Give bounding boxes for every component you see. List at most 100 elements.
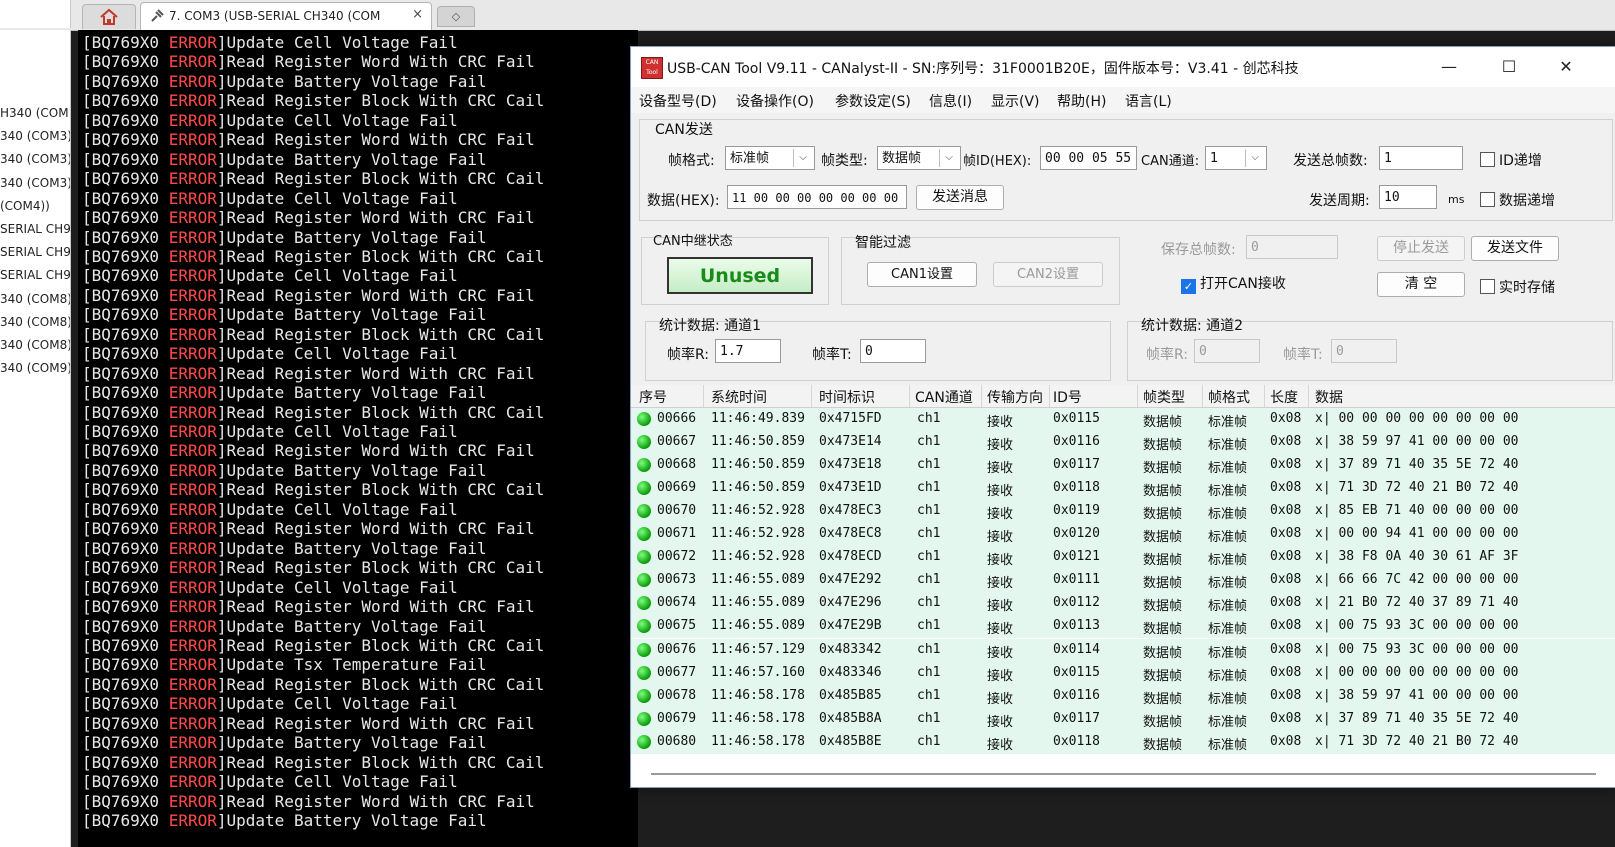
tab-home[interactable] xyxy=(82,4,136,29)
clear-button[interactable]: 清 空 xyxy=(1377,272,1465,297)
send-total-frames-input[interactable]: 1 xyxy=(1379,146,1463,170)
new-tab-button[interactable]: ◇ xyxy=(437,6,475,27)
col-length-cell: 0x08 xyxy=(1270,457,1302,473)
close-icon[interactable]: × xyxy=(412,7,423,22)
col-timestamp-header[interactable]: 时间标识 xyxy=(819,387,875,407)
log-error-tag: ERROR xyxy=(168,616,217,636)
table-row[interactable]: 00668 11:46:50.859 0x473E18 ch1 接收 0x0117 数据帧 标… xyxy=(631,454,1615,478)
col-can-channel-cell: ch1 xyxy=(917,411,941,426)
col-timestamp-cell: 0x485B8A xyxy=(819,710,882,726)
table-row[interactable]: 00680 11:46:58.178 0x485B8E ch1 接收 0x0118 数据帧 标… xyxy=(631,730,1615,754)
col-timestamp-cell: 0x47E296 xyxy=(819,595,882,611)
table-row[interactable]: 00670 11:46:52.928 0x478EC3 ch1 接收 0x0119 数据帧 标… xyxy=(631,500,1615,524)
maximize-button[interactable]: ☐ xyxy=(1489,53,1529,81)
log-prefix: [BQ769X0 xyxy=(82,188,169,208)
log-message: ]Update Battery Voltage Fail xyxy=(216,71,487,91)
minimize-button[interactable]: — xyxy=(1429,53,1469,81)
frame-format-select[interactable]: 标准帧 ⌵ xyxy=(725,146,815,170)
horizontal-scrollbar[interactable] xyxy=(651,773,1596,775)
col-can-channel-header[interactable]: CAN通道 xyxy=(915,387,973,407)
menu-device-operation[interactable]: 设备操作(O) xyxy=(736,91,814,111)
col-direction-cell: 接收 xyxy=(987,530,1014,546)
table-row[interactable]: 00669 11:46:50.859 0x473E1D ch1 接收 0x0118 数据帧 标… xyxy=(631,477,1615,501)
frame-id-input[interactable]: 00 00 05 55 xyxy=(1040,146,1137,170)
can2-settings-button[interactable]: CAN2设置 xyxy=(993,262,1103,287)
data-hex-input[interactable]: 11 00 00 00 00 00 00 00 xyxy=(727,185,907,209)
session-item[interactable]: SERIAL CH9: xyxy=(0,218,70,240)
tab-com3[interactable]: 7. COM3 (USB-SERIAL CH340 (COM × xyxy=(140,2,432,30)
col-data-header[interactable]: 数据 xyxy=(1315,387,1343,407)
col-direction-header[interactable]: 传输方向 xyxy=(987,387,1043,407)
col-frame-format-header[interactable]: 帧格式 xyxy=(1208,387,1250,407)
log-error-tag: ERROR xyxy=(168,558,217,578)
column-divider[interactable] xyxy=(981,385,982,407)
table-row[interactable]: 00666 11:46:49.839 0x4715FD ch1 接收 0x0115 数据帧 标… xyxy=(631,408,1615,431)
col-frame-type-header[interactable]: 帧类型 xyxy=(1143,387,1185,407)
session-item[interactable]: 340 (COM8) xyxy=(0,311,70,333)
session-item[interactable]: (COM4)) xyxy=(0,195,70,217)
table-row[interactable]: 00671 11:46:52.928 0x478EC8 ch1 接收 0x0120 数据帧 标… xyxy=(631,523,1615,547)
data-increment-checkbox[interactable]: 数据递增 xyxy=(1480,190,1555,210)
session-item[interactable]: 340 (COM9) xyxy=(0,357,70,379)
send-message-button[interactable]: 发送消息 xyxy=(916,185,1004,210)
col-index-header[interactable]: 序号 xyxy=(639,387,667,407)
status-ok-icon xyxy=(637,504,651,519)
col-system-time-cell: 11:46:58.178 xyxy=(711,687,805,703)
column-divider[interactable] xyxy=(1202,385,1203,407)
table-row[interactable]: 00674 11:46:55.089 0x47E296 ch1 接收 0x0112 数据帧 标… xyxy=(631,592,1615,616)
log-error-tag: ERROR xyxy=(168,752,217,772)
column-divider[interactable] xyxy=(703,385,704,407)
session-item[interactable]: 340 (COM3) xyxy=(0,125,70,147)
column-divider[interactable] xyxy=(909,385,910,407)
table-row[interactable]: 00679 11:46:58.178 0x485B8A ch1 接收 0x0117 数据帧 标… xyxy=(631,707,1615,731)
column-divider[interactable] xyxy=(811,385,812,407)
terminal-output[interactable]: [BQ769X0 ERROR]Update Cell Voltage Fail[… xyxy=(78,30,638,847)
session-item[interactable]: SERIAL CH9: xyxy=(0,264,70,286)
col-length-header[interactable]: 长度 xyxy=(1270,387,1298,407)
open-can-receive-checkbox[interactable]: ✓ 打开CAN接收 xyxy=(1181,273,1286,294)
session-item[interactable]: SERIAL CH9: xyxy=(0,241,70,263)
stop-send-button[interactable]: 停止发送 xyxy=(1377,236,1465,261)
table-row[interactable]: 00676 11:46:57.129 0x483342 ch1 接收 0x0114 数据帧 标… xyxy=(631,638,1615,662)
frame-type-select[interactable]: 数据帧 ⌵ xyxy=(877,146,961,170)
menu-bar: 设备型号(D) 设备操作(O) 参数设定(S) 信息(I) 显示(V) 帮助(H… xyxy=(631,87,1615,113)
table-row[interactable]: 00677 11:46:57.160 0x483346 ch1 接收 0x0115 数据帧 标… xyxy=(631,661,1615,685)
session-item[interactable]: H340 (COM1 xyxy=(0,102,70,124)
session-item[interactable]: 340 (COM3) xyxy=(0,172,70,194)
col-system-time-cell: 11:46:55.089 xyxy=(711,618,805,634)
col-system-time-header[interactable]: 系统时间 xyxy=(711,387,767,407)
table-row[interactable]: 00673 11:46:55.089 0x47E292 ch1 接收 0x0111 数据帧 标… xyxy=(631,569,1615,593)
table-row[interactable]: 00675 11:46:55.089 0x47E29B ch1 接收 0x0113 数据帧 标… xyxy=(631,615,1615,639)
menu-device-model[interactable]: 设备型号(D) xyxy=(639,91,717,111)
col-frame-type-cell: 数据帧 xyxy=(1143,461,1183,477)
menu-language[interactable]: 语言(L) xyxy=(1125,91,1172,111)
log-message: ]Read Register Block With CRC Cail xyxy=(216,752,545,772)
col-direction-cell: 接收 xyxy=(987,737,1014,753)
column-divider[interactable] xyxy=(1264,385,1265,407)
col-id-header[interactable]: ID号 xyxy=(1053,387,1082,407)
log-error-tag: ERROR xyxy=(168,655,217,675)
can-frame-table[interactable]: 序号 系统时间 时间标识 CAN通道 传输方向 ID号 帧类型 帧格式 长度 数据 00666 11… xyxy=(631,385,1615,787)
column-divider[interactable] xyxy=(1049,385,1050,407)
can1-settings-button[interactable]: CAN1设置 xyxy=(867,262,977,287)
table-row[interactable]: 00672 11:46:52.928 0x478ECD ch1 接收 0x0121 数据帧 标… xyxy=(631,546,1615,570)
menu-info[interactable]: 信息(I) xyxy=(929,91,972,111)
column-divider[interactable] xyxy=(1308,385,1309,407)
can-channel-select[interactable]: 1 ⌵ xyxy=(1205,146,1267,170)
table-row[interactable]: 00678 11:46:58.178 0x485B85 ch1 接收 0x0116 数据帧 标… xyxy=(631,684,1615,708)
log-error-tag: ERROR xyxy=(168,733,217,753)
menu-display[interactable]: 显示(V) xyxy=(991,91,1040,111)
realtime-save-checkbox[interactable]: 实时存储 xyxy=(1480,277,1555,297)
id-increment-checkbox[interactable]: ID递增 xyxy=(1480,150,1542,170)
session-item[interactable]: 340 (COM8) xyxy=(0,288,70,310)
table-row[interactable]: 00667 11:46:50.859 0x473E14 ch1 接收 0x0116 数据帧 标… xyxy=(631,431,1615,455)
session-item[interactable]: 340 (COM3) xyxy=(0,148,70,170)
send-period-input[interactable]: 10 xyxy=(1379,185,1437,209)
send-file-button[interactable]: 发送文件 xyxy=(1471,236,1559,261)
close-button[interactable]: ✕ xyxy=(1546,53,1586,81)
column-divider[interactable] xyxy=(1137,385,1138,407)
menu-parameter-settings[interactable]: 参数设定(S) xyxy=(835,91,911,111)
save-total-frames-input[interactable]: 0 xyxy=(1246,235,1338,259)
session-item[interactable]: 340 (COM8) xyxy=(0,334,70,356)
menu-help[interactable]: 帮助(H) xyxy=(1057,91,1106,111)
